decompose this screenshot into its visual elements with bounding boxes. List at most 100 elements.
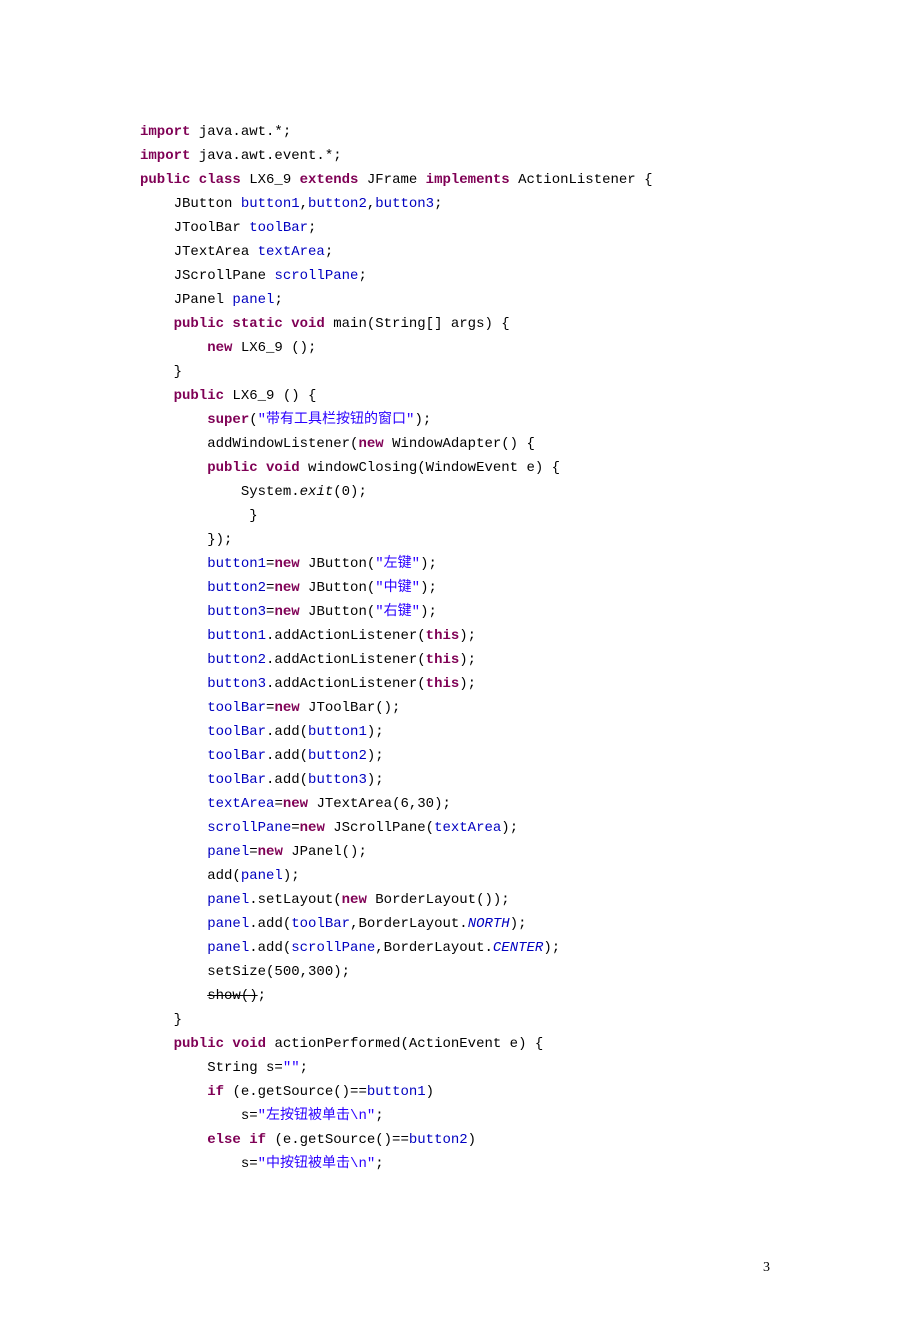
code-token: new	[274, 604, 308, 620]
code-token: );	[420, 556, 437, 572]
code-token: (e.getSource()==	[232, 1084, 366, 1100]
code-token: new	[300, 820, 334, 836]
code-token: toolBar	[207, 748, 266, 764]
code-token: panel	[207, 916, 249, 932]
code-token: add(	[207, 868, 241, 884]
code-token: exit	[300, 484, 334, 500]
code-token: BorderLayout());	[375, 892, 509, 908]
code-token: toolBar	[207, 772, 266, 788]
code-token: );	[283, 868, 300, 884]
code-token: button1	[207, 556, 266, 572]
code-line: textArea=new JTextArea(6,30);	[140, 792, 780, 816]
code-line: JToolBar toolBar;	[140, 216, 780, 240]
code-line: button2.addActionListener(this);	[140, 648, 780, 672]
code-token: toolBar	[207, 724, 266, 740]
code-line: toolBar.add(button1);	[140, 720, 780, 744]
code-token: LX6_9 ();	[241, 340, 317, 356]
code-line: button3.addActionListener(this);	[140, 672, 780, 696]
code-token: new	[283, 796, 317, 812]
code-token: java.awt.*;	[199, 124, 291, 140]
code-token: WindowAdapter() {	[392, 436, 535, 452]
code-token: main(String[] args) {	[333, 316, 509, 332]
code-token: =	[274, 796, 282, 812]
code-token: JToolBar	[174, 220, 250, 236]
code-line: import java.awt.*;	[140, 120, 780, 144]
code-token: }	[174, 364, 182, 380]
code-token: );	[367, 748, 384, 764]
code-token: )	[426, 1084, 434, 1100]
code-line: button3=new JButton("右键");	[140, 600, 780, 624]
code-token: java.awt.event.*;	[199, 148, 342, 164]
code-token: scrollPane	[207, 820, 291, 836]
code-token: button1	[241, 196, 300, 212]
code-block: import java.awt.*;import java.awt.event.…	[140, 120, 780, 1176]
code-token: public	[174, 388, 233, 404]
code-line: }	[140, 360, 780, 384]
code-token: super	[207, 412, 249, 428]
code-line: panel.add(scrollPane,BorderLayout.CENTER…	[140, 936, 780, 960]
code-token: new	[207, 340, 241, 356]
code-line: else if (e.getSource()==button2)	[140, 1128, 780, 1152]
code-line: public void windowClosing(WindowEvent e)…	[140, 456, 780, 480]
code-token: JButton(	[308, 580, 375, 596]
code-line: System.exit(0);	[140, 480, 780, 504]
code-token: .add(	[266, 724, 308, 740]
code-token: JButton	[174, 196, 241, 212]
code-token: ;	[358, 268, 366, 284]
code-line: public void actionPerformed(ActionEvent …	[140, 1032, 780, 1056]
code-token: JButton(	[308, 556, 375, 572]
code-token: "中按钮被单击\n"	[258, 1156, 376, 1172]
code-token: button2	[409, 1132, 468, 1148]
code-token: show()	[207, 988, 257, 1004]
code-token: .add(	[249, 916, 291, 932]
code-token: );	[510, 916, 527, 932]
code-token: CENTER	[493, 940, 543, 956]
code-token: button2	[207, 580, 266, 596]
code-token: ;	[375, 1156, 383, 1172]
code-token: );	[414, 412, 431, 428]
code-token: new	[342, 892, 376, 908]
code-token: public static void	[174, 316, 334, 332]
code-token: setSize(500,300);	[207, 964, 350, 980]
code-token: ""	[283, 1060, 300, 1076]
code-token: button1	[207, 628, 266, 644]
code-token: windowClosing(WindowEvent e) {	[308, 460, 560, 476]
code-token: .addActionListener(	[266, 652, 426, 668]
code-token: );	[459, 652, 476, 668]
code-line: toolBar.add(button3);	[140, 768, 780, 792]
code-line: s="左按钮被单击\n";	[140, 1104, 780, 1128]
code-token: scrollPane	[274, 268, 358, 284]
code-token: .addActionListener(	[266, 628, 426, 644]
code-token: public void	[174, 1036, 275, 1052]
code-line: addWindowListener(new WindowAdapter() {	[140, 432, 780, 456]
code-token: }	[241, 508, 258, 524]
code-token: s=	[241, 1108, 258, 1124]
code-token: implements	[426, 172, 518, 188]
code-token: JTextArea(6,30);	[316, 796, 450, 812]
code-line: button1=new JButton("左键");	[140, 552, 780, 576]
code-line: JPanel panel;	[140, 288, 780, 312]
code-token: import	[140, 124, 199, 140]
code-line: panel.add(toolBar,BorderLayout.NORTH);	[140, 912, 780, 936]
code-token: import	[140, 148, 199, 164]
code-token: new	[358, 436, 392, 452]
code-token: ;	[258, 988, 266, 1004]
code-token: button3	[207, 604, 266, 620]
code-token: "中键"	[375, 580, 420, 596]
code-line: s="中按钮被单击\n";	[140, 1152, 780, 1176]
code-line: setSize(500,300);	[140, 960, 780, 984]
code-line: }	[140, 504, 780, 528]
code-line: });	[140, 528, 780, 552]
code-token: JToolBar();	[308, 700, 400, 716]
code-token: ;	[325, 244, 333, 260]
code-line: JButton button1,button2,button3;	[140, 192, 780, 216]
code-token: textArea	[207, 796, 274, 812]
code-token: toolBar	[291, 916, 350, 932]
code-line: panel.setLayout(new BorderLayout());	[140, 888, 780, 912]
code-line: add(panel);	[140, 864, 780, 888]
code-token: (e.getSource()==	[274, 1132, 408, 1148]
code-token: "左键"	[375, 556, 420, 572]
code-token: .addActionListener(	[266, 676, 426, 692]
code-token: panel	[207, 940, 249, 956]
code-token: );	[459, 676, 476, 692]
